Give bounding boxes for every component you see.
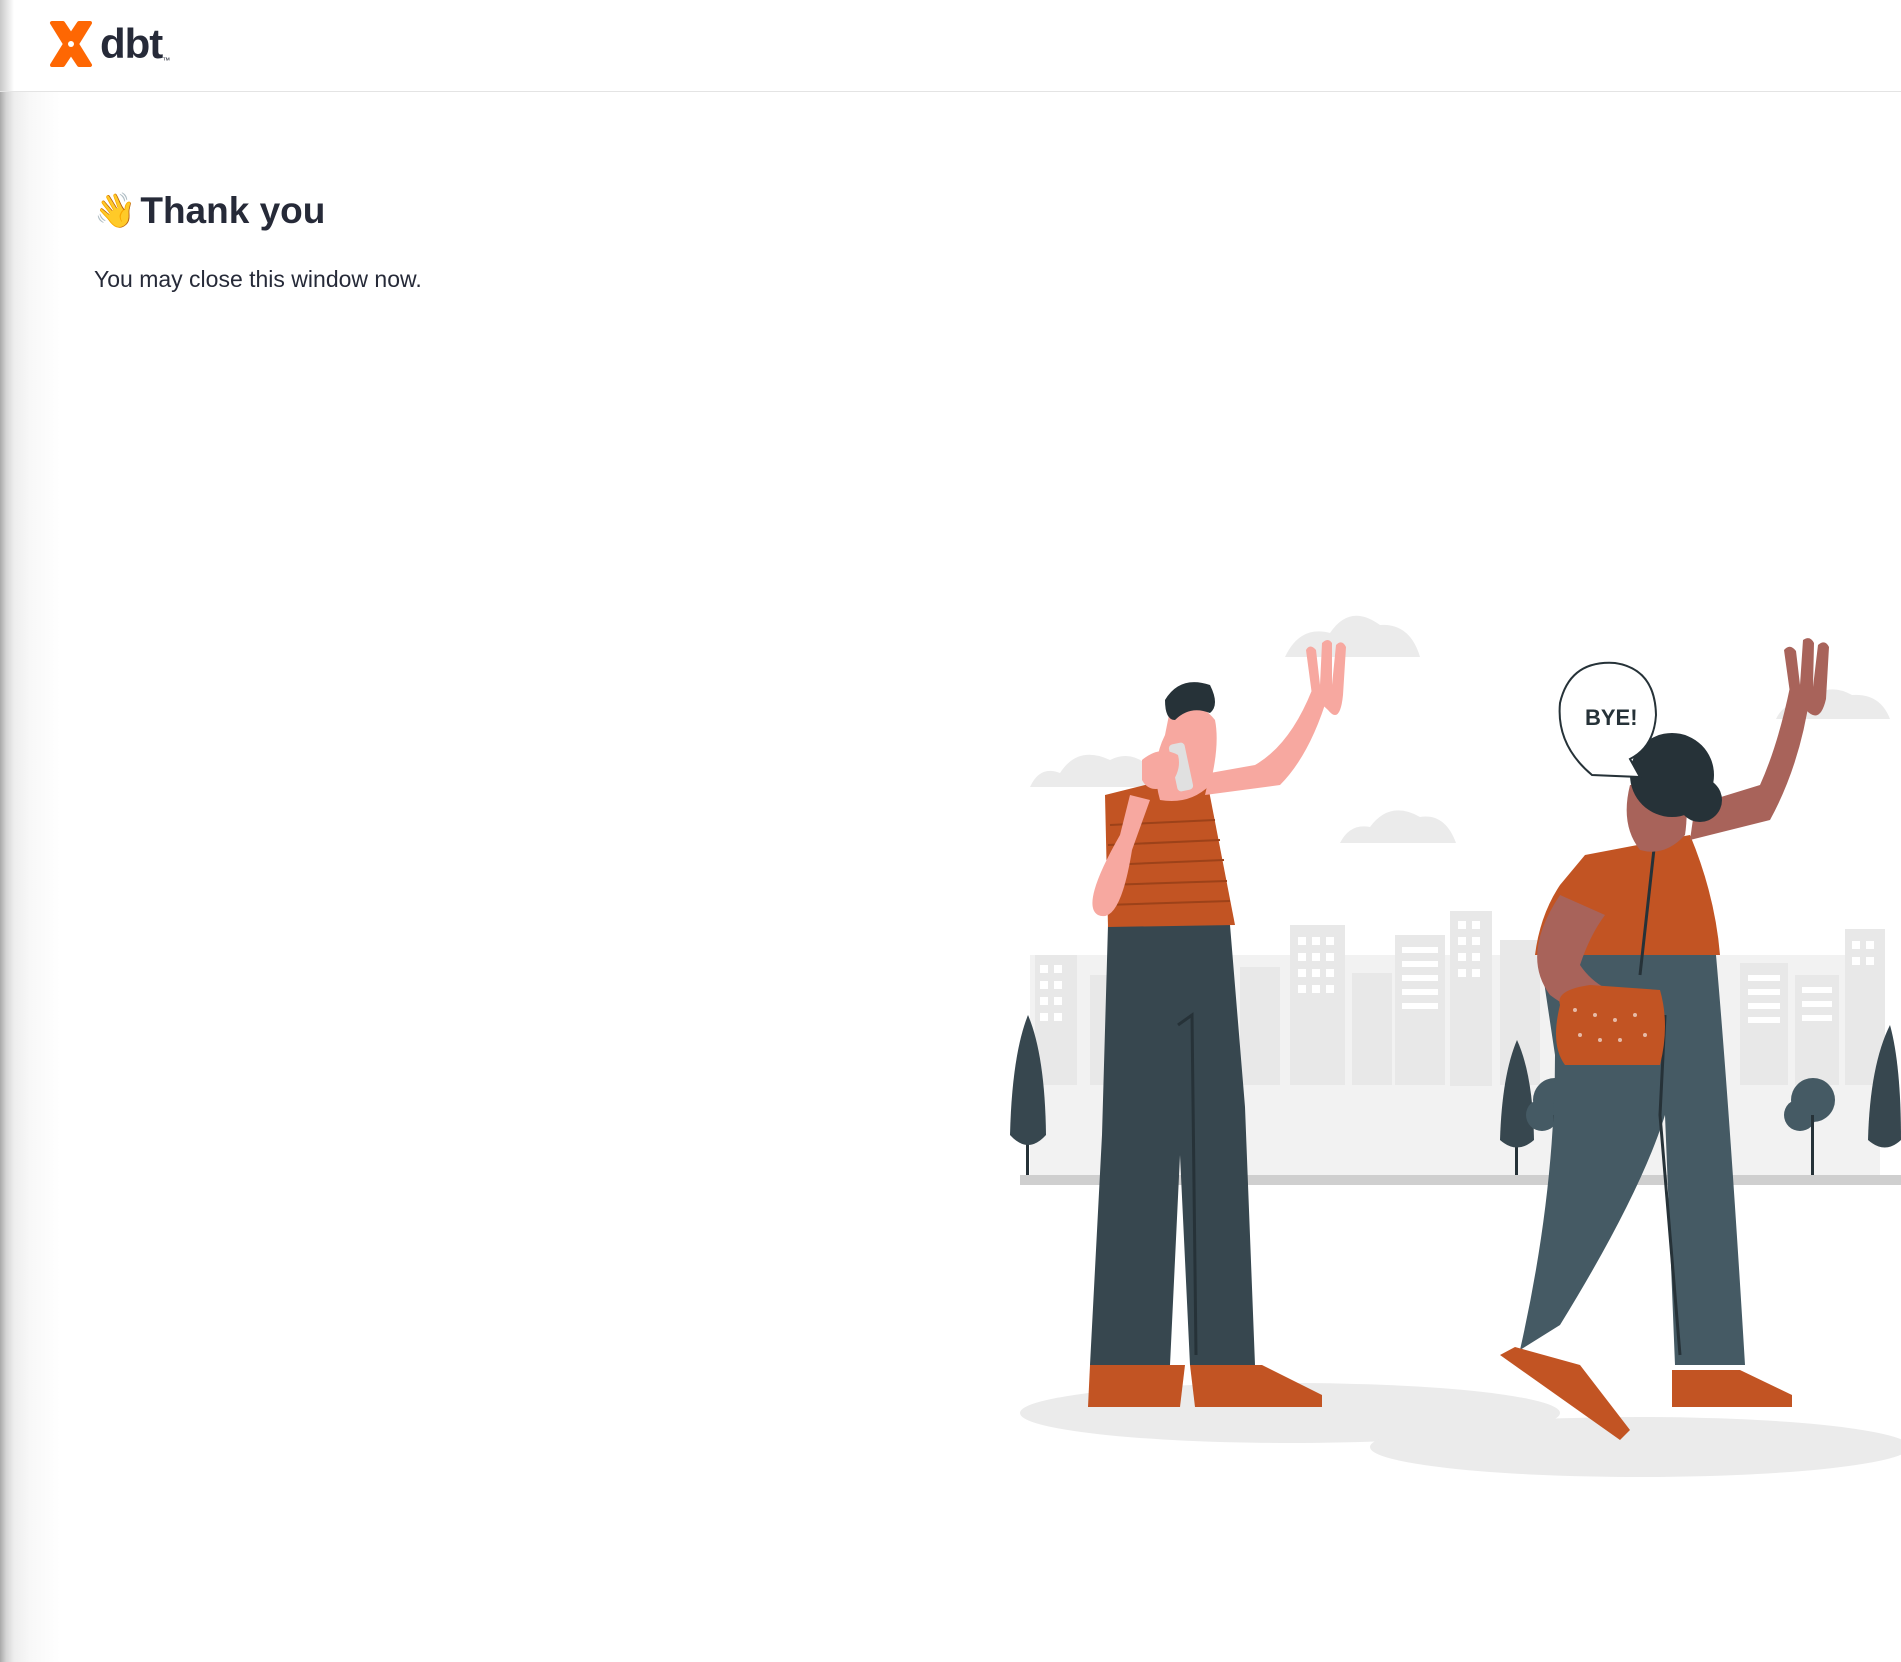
- logo-wordmark: dbt: [100, 20, 163, 67]
- dbt-logo[interactable]: dbt ™: [46, 19, 170, 69]
- speech-bubble-text: BYE!: [1585, 705, 1638, 730]
- navbar-edge-shade: [0, 0, 14, 91]
- main-content: 👋 Thank you You may close this window no…: [94, 190, 422, 316]
- dbt-logo-icon: [50, 21, 92, 67]
- ground-shadow: [1370, 1417, 1901, 1477]
- close-window-message: You may close this window now.: [94, 266, 422, 292]
- window-edge-shadow: [0, 0, 60, 1662]
- top-navbar: dbt ™: [0, 0, 1901, 92]
- waving-hand-icon: 👋: [94, 191, 137, 231]
- page-title: Thank you: [140, 190, 326, 231]
- logo-trademark: ™: [162, 56, 171, 65]
- page-heading: 👋 Thank you: [94, 190, 422, 232]
- goodbye-illustration: BYE!: [1010, 615, 1901, 1477]
